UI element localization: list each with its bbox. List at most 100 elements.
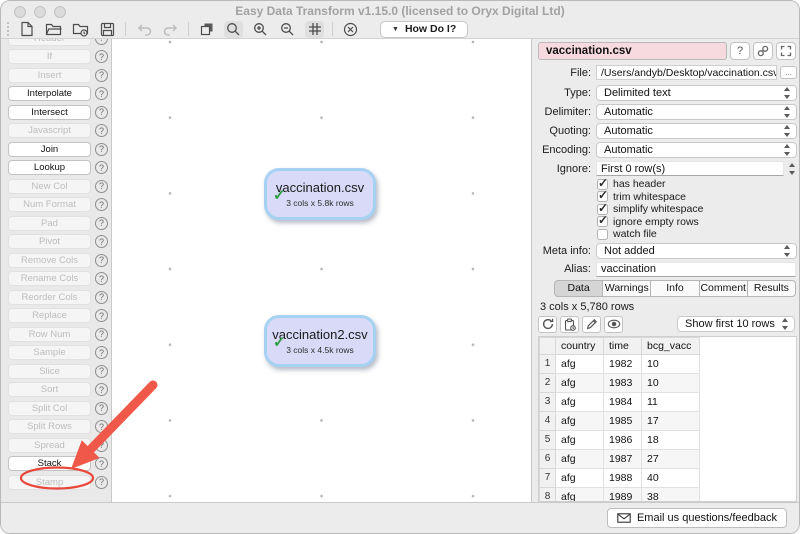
encoding-dropdown[interactable]: Automatic (596, 142, 797, 158)
status-bar: Email us questions/feedback (1, 502, 799, 533)
help-icon[interactable]: ? (95, 143, 108, 156)
help-icon[interactable]: ? (95, 439, 108, 452)
type-dropdown[interactable]: Delimited text (596, 85, 797, 101)
help-icon[interactable]: ? (95, 309, 108, 322)
copy-clipboard-button[interactable] (560, 316, 579, 333)
sidebar-item-remove-cols: Remove Cols (8, 253, 91, 268)
email-feedback-button[interactable]: Email us questions/feedback (607, 508, 787, 528)
table-row[interactable]: 3afg198411 (540, 392, 700, 411)
help-icon[interactable]: ? (95, 457, 108, 470)
help-icon[interactable]: ? (95, 180, 108, 193)
open-recent-button[interactable] (71, 21, 90, 38)
sidebar-item-header: Header (8, 39, 91, 46)
help-icon[interactable]: ? (95, 346, 108, 359)
save-button[interactable] (98, 21, 117, 38)
browse-button[interactable]: ... (780, 66, 797, 79)
file-path-field[interactable]: /Users/andyb/Desktop/vaccination.csv (596, 65, 777, 80)
alias-field[interactable]: vaccination (596, 262, 796, 277)
help-icon[interactable]: ? (95, 161, 108, 174)
help-icon[interactable]: ? (95, 291, 108, 304)
expand-button[interactable] (776, 42, 796, 60)
close-window-icon[interactable] (14, 6, 26, 18)
help-icon[interactable]: ? (95, 39, 108, 45)
file-label: File: (538, 67, 591, 79)
checkbox-watch-file[interactable]: watch file (597, 228, 797, 241)
help-icon[interactable]: ? (95, 383, 108, 396)
pan-zoom-tool-button[interactable] (224, 21, 243, 38)
help-icon[interactable]: ? (95, 328, 108, 341)
dataset-node-vaccination2-csv[interactable]: ✓vaccination2.csv3 cols x 4.5k rows (264, 315, 376, 367)
help-icon[interactable]: ? (95, 365, 108, 378)
sidebar-item-intersect[interactable]: Intersect (8, 105, 91, 120)
checkbox-trim-whitespace[interactable]: ✓trim whitespace (597, 191, 797, 204)
sidebar-item-interpolate[interactable]: Interpolate (8, 86, 91, 101)
tab-warnings[interactable]: Warnings (603, 280, 651, 297)
help-icon[interactable]: ? (95, 50, 108, 63)
delimiter-label: Delimiter: (538, 106, 591, 118)
delimiter-dropdown[interactable]: Automatic (596, 104, 797, 120)
help-icon[interactable]: ? (95, 235, 108, 248)
meta-info-dropdown[interactable]: Not added (596, 243, 797, 259)
help-icon[interactable]: ? (95, 87, 108, 100)
toolbar-separator (332, 22, 333, 36)
checkbox-simplify-whitespace[interactable]: ✓simplify whitespace (597, 203, 797, 216)
table-row[interactable]: 6afg198727 (540, 449, 700, 468)
checkbox-has-header[interactable]: ✓has header (597, 178, 797, 191)
node-name-field[interactable]: vaccination.csv (538, 42, 727, 60)
zoom-in-button[interactable] (251, 21, 270, 38)
table-row[interactable]: 5afg198618 (540, 430, 700, 449)
ignore-rows-field[interactable]: First 0 row(s) (596, 161, 784, 176)
zoom-out-button[interactable] (278, 21, 297, 38)
table-row[interactable]: 1afg198210 (540, 354, 700, 373)
checkbox-label: watch file (613, 228, 657, 240)
minimize-window-icon[interactable] (34, 6, 46, 18)
transform-row: Pivot? (1, 233, 111, 252)
tab-comment[interactable]: Comment (700, 280, 748, 297)
tab-data[interactable]: Data (554, 280, 603, 297)
table-row[interactable]: 8afg198938 (540, 487, 700, 502)
edit-pencil-button[interactable] (582, 316, 601, 333)
checkbox-ignore-empty-rows[interactable]: ✓ignore empty rows (597, 216, 797, 229)
table-row[interactable]: 7afg198840 (540, 468, 700, 487)
sidebar-item-reorder-cols: Reorder Cols (8, 290, 91, 305)
tab-results[interactable]: Results (748, 280, 796, 297)
checkbox-label: has header (613, 178, 666, 190)
help-button[interactable]: ? (730, 42, 750, 60)
help-icon[interactable]: ? (95, 402, 108, 415)
refresh-button[interactable] (538, 316, 557, 333)
sidebar-item-lookup[interactable]: Lookup (8, 160, 91, 175)
help-icon[interactable]: ? (95, 420, 108, 433)
workflow-canvas[interactable]: ✓vaccination.csv3 cols x 5.8k rows ✓vacci… (112, 39, 531, 502)
toolbar-drag-handle-icon[interactable] (7, 22, 9, 36)
show-rows-dropdown[interactable]: Show first 10 rows (677, 316, 795, 332)
zoom-window-icon[interactable] (54, 6, 66, 18)
help-icon[interactable]: ? (95, 272, 108, 285)
dataset-node-vaccination-csv[interactable]: ✓vaccination.csv3 cols x 5.8k rows (264, 168, 376, 220)
email-feedback-label: Email us questions/feedback (637, 512, 777, 524)
sidebar-item-stack[interactable]: Stack (8, 456, 91, 471)
stepper-icon (783, 125, 792, 137)
help-icon[interactable]: ? (95, 198, 108, 211)
open-file-button[interactable] (44, 21, 63, 38)
help-icon[interactable]: ? (95, 106, 108, 119)
help-icon[interactable]: ? (95, 69, 108, 82)
sidebar-item-join[interactable]: Join (8, 142, 91, 157)
new-file-button[interactable] (17, 21, 36, 38)
checkbox-label: ignore empty rows (613, 216, 699, 228)
how-do-i-button[interactable]: ▼How Do I? (380, 21, 468, 38)
help-icon[interactable]: ? (95, 254, 108, 267)
help-icon[interactable]: ? (95, 217, 108, 230)
table-row[interactable]: 4afg198517 (540, 411, 700, 430)
cancel-button[interactable] (341, 21, 360, 38)
link-button[interactable] (753, 42, 773, 60)
table-row[interactable]: 2afg198310 (540, 373, 700, 392)
help-icon[interactable]: ? (95, 476, 108, 489)
stepper-icon[interactable] (788, 163, 797, 175)
tab-info[interactable]: Info (651, 280, 699, 297)
inspector-header: vaccination.csv ? (538, 42, 797, 60)
preview-eye-button[interactable] (604, 316, 623, 333)
snap-grid-button[interactable] (305, 21, 324, 38)
quoting-dropdown[interactable]: Automatic (596, 123, 797, 139)
help-icon[interactable]: ? (95, 124, 108, 137)
duplicate-button[interactable] (197, 21, 216, 38)
